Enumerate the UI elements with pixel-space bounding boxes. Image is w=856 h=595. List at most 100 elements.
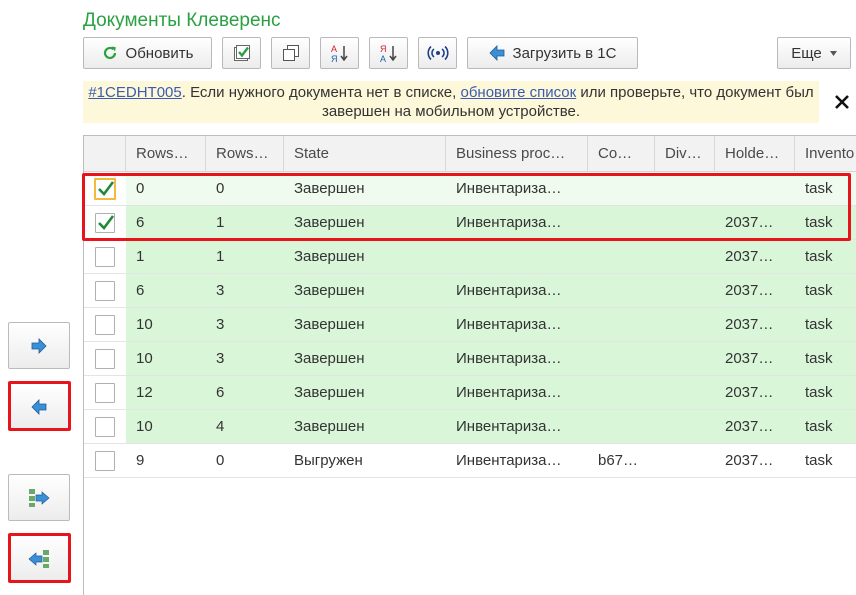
refresh-button[interactable]: Обновить xyxy=(83,37,212,69)
table-cell: 6 xyxy=(136,282,145,299)
table-cell: 6 xyxy=(216,384,225,401)
table-cell: 12 xyxy=(136,384,153,401)
svg-text:А: А xyxy=(380,54,386,63)
more-button[interactable]: Еще xyxy=(777,37,851,69)
sort-desc-icon: ЯА xyxy=(379,43,399,63)
table-row[interactable]: 9 0 Выгружен Инвентариза… b67… 2037… task xyxy=(84,444,856,478)
table-row[interactable]: 10 4 Завершен Инвентариза… 2037… task xyxy=(84,410,856,444)
upload-to-1c-button[interactable]: Загрузить в 1С xyxy=(467,37,638,69)
table-cell: 2037… xyxy=(725,350,774,367)
table-cell: Инвентариза… xyxy=(456,350,562,367)
broadcast-button[interactable] xyxy=(418,37,457,69)
table-cell xyxy=(655,342,715,376)
table-row[interactable]: 12 6 Завершен Инвентариза… 2037… task xyxy=(84,376,856,410)
table-cell xyxy=(588,274,655,308)
table-cell: Завершен xyxy=(294,282,365,299)
table-cell: Завершен xyxy=(294,248,365,265)
column-header[interactable]: Div… xyxy=(655,136,715,172)
table-cell: 2037… xyxy=(725,316,774,333)
table-cell: Завершен xyxy=(294,180,365,197)
table-cell: 1 xyxy=(216,248,225,265)
table-cell xyxy=(655,410,715,444)
row-checkbox[interactable] xyxy=(95,281,115,301)
move-left-button[interactable] xyxy=(8,383,70,430)
table-cell: Завершен xyxy=(294,316,365,333)
refresh-icon xyxy=(102,45,118,61)
column-header[interactable]: Rows… xyxy=(126,136,206,172)
table-cell: 9 xyxy=(136,452,145,469)
copy-button[interactable] xyxy=(271,37,310,69)
table-cell: task xyxy=(805,350,833,367)
table-cell: Завершен xyxy=(294,384,365,401)
refresh-list-link[interactable]: обновите список xyxy=(461,84,577,101)
document-code-link[interactable]: #1CEDHT005 xyxy=(88,84,181,101)
table-cell: 1 xyxy=(136,248,145,265)
chevron-down-icon xyxy=(829,50,837,56)
row-checkbox[interactable] xyxy=(95,315,115,335)
table-cell: Инвентариза… xyxy=(456,452,562,469)
table-cell: task xyxy=(805,384,833,401)
page-title: Документы Клеверенс xyxy=(83,10,281,31)
table-cell xyxy=(588,376,655,410)
row-checkbox[interactable] xyxy=(95,451,115,471)
table-cell: 2037… xyxy=(725,384,774,401)
svg-text:Я: Я xyxy=(380,44,387,54)
table-cell: 0 xyxy=(216,180,225,197)
copy-icon xyxy=(282,44,300,62)
table-cell: 3 xyxy=(216,282,225,299)
table-cell: 10 xyxy=(136,418,153,435)
table-cell: Выгружен xyxy=(294,452,363,469)
table-row[interactable]: 6 3 Завершен Инвентариза… 2037… task xyxy=(84,274,856,308)
row-checkbox[interactable] xyxy=(94,178,116,200)
table-cell xyxy=(588,342,655,376)
column-header[interactable]: Business proc… xyxy=(446,136,588,172)
row-checkbox[interactable] xyxy=(95,213,115,233)
sort-asc-button[interactable]: АЯ xyxy=(320,37,359,69)
table-cell: 2037… xyxy=(725,214,774,231)
table-cell: task xyxy=(805,180,833,197)
table-cell: 0 xyxy=(216,452,225,469)
move-right-button[interactable] xyxy=(8,322,70,369)
column-header[interactable]: State xyxy=(284,136,446,172)
table-cell: b67… xyxy=(598,452,639,469)
column-header[interactable]: Rows… xyxy=(206,136,284,172)
column-header[interactable]: Co… xyxy=(588,136,655,172)
table-cell: Инвентариза… xyxy=(456,418,562,435)
close-notice-button[interactable] xyxy=(830,90,854,114)
table-cell: Завершен xyxy=(294,214,365,231)
row-checkbox[interactable] xyxy=(95,247,115,267)
checkmark-icon xyxy=(98,181,115,196)
table-cell: 4 xyxy=(216,418,225,435)
move-all-left-button[interactable] xyxy=(8,535,70,582)
row-checkbox[interactable] xyxy=(95,383,115,403)
notice-text-start: . Если нужного документа нет в списке, xyxy=(181,84,461,101)
table-cell: 2037… xyxy=(725,282,774,299)
arrow-left-icon xyxy=(31,398,47,415)
table-cell: 3 xyxy=(216,350,225,367)
row-checkbox[interactable] xyxy=(95,349,115,369)
check-all-button[interactable] xyxy=(222,37,261,69)
move-all-right-icon xyxy=(28,488,50,508)
svg-text:А: А xyxy=(331,44,337,54)
table-cell xyxy=(588,308,655,342)
row-checkbox[interactable] xyxy=(95,417,115,437)
table-cell xyxy=(588,240,655,274)
table-cell xyxy=(655,308,715,342)
move-all-left-icon xyxy=(28,549,50,569)
table-cell xyxy=(446,240,588,274)
table-cell: 2037… xyxy=(725,248,774,265)
table-cell xyxy=(655,376,715,410)
sort-desc-button[interactable]: ЯА xyxy=(369,37,408,69)
table-row[interactable]: 1 1 Завершен 2037… task xyxy=(84,240,856,274)
table-row[interactable]: 6 1 Завершен Инвентариза… 2037… task xyxy=(84,206,856,240)
table-cell: 10 xyxy=(136,316,153,333)
table-cell: 3 xyxy=(216,316,225,333)
column-header[interactable]: Holde… xyxy=(715,136,795,172)
column-header[interactable]: Invento xyxy=(795,136,856,172)
table-row[interactable]: 10 3 Завершен Инвентариза… 2037… task xyxy=(84,308,856,342)
table-row[interactable]: 0 0 Завершен Инвентариза… task xyxy=(84,172,856,206)
table-row[interactable]: 10 3 Завершен Инвентариза… 2037… task xyxy=(84,342,856,376)
move-all-right-button[interactable] xyxy=(8,474,70,521)
table-cell xyxy=(655,240,715,274)
table-header: Rows… Rows… State Business proc… Co… Div… xyxy=(84,136,856,172)
